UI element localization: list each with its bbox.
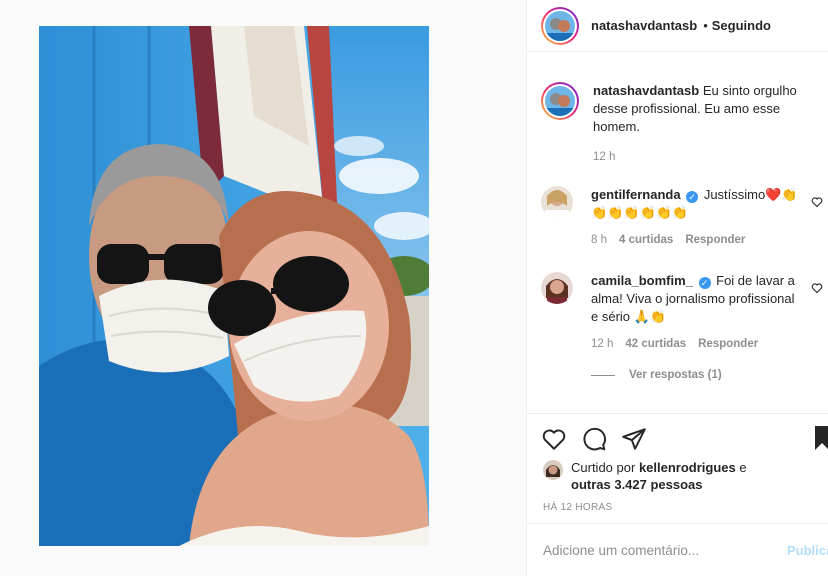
post-header: natashavdantasb • Seguindo <box>527 0 828 52</box>
comment-time[interactable]: 12 h <box>591 335 613 353</box>
comment-bubble-icon[interactable] <box>581 426 607 452</box>
caption-username[interactable]: natashavdantasb <box>593 83 699 98</box>
comment-likes[interactable]: 4 curtidas <box>619 231 673 249</box>
commenter-username[interactable]: gentilfernanda <box>591 187 681 202</box>
post-caption: natashavdantasb Eu sinto orgulho desse p… <box>541 82 821 166</box>
author-avatar[interactable] <box>541 6 579 45</box>
view-replies-button[interactable]: Ver respostas (1) <box>591 369 722 381</box>
verified-badge-icon: ✓ <box>686 191 699 203</box>
comment-likes[interactable]: 42 curtidas <box>625 335 686 353</box>
add-comment-bar: Publicar <box>527 523 828 576</box>
heart-icon[interactable] <box>811 196 823 208</box>
likes-prefix: Curtido por <box>571 460 636 475</box>
commenter-avatar[interactable] <box>541 272 573 304</box>
comment-item: camila_bomfim_ ✓ Foi de lavar a alma! Vi… <box>541 272 828 353</box>
publish-button[interactable]: Publicar <box>787 543 828 558</box>
commenter-avatar[interactable] <box>541 186 573 218</box>
verified-badge-icon: ✓ <box>698 277 711 289</box>
post-sidebar: natashavdantasb • Seguindo natashavdanta… <box>526 0 828 576</box>
reply-button[interactable]: Responder <box>698 335 758 353</box>
view-replies-label: Ver respostas (1) <box>629 369 722 381</box>
caption-time[interactable]: 12 h <box>593 148 813 166</box>
bookmark-icon[interactable] <box>815 426 828 450</box>
liker-username[interactable]: kellenrodrigues <box>639 460 736 475</box>
heart-icon[interactable] <box>811 282 823 294</box>
comment-item: gentilfernanda ✓ Justíssimo❤️👏👏👏👏👏👏👏 8 h… <box>541 186 828 249</box>
comments-list[interactable]: natashavdantasb Eu sinto orgulho desse p… <box>527 52 828 413</box>
liker-avatar[interactable] <box>543 460 563 480</box>
following-button[interactable]: Seguindo <box>712 18 771 33</box>
commenter-username[interactable]: camila_bomfim_ <box>591 273 693 288</box>
replies-divider <box>591 374 615 376</box>
likes-connector: e <box>739 460 747 475</box>
heart-icon[interactable] <box>541 426 567 452</box>
follow-separator: • <box>703 18 708 33</box>
post-actions: Curtido por kellenrodrigues e outras 3.4… <box>527 413 828 523</box>
caption-author-avatar[interactable] <box>541 82 579 120</box>
paper-plane-icon[interactable] <box>621 426 647 452</box>
reply-button[interactable]: Responder <box>685 231 745 249</box>
author-username[interactable]: natashavdantasb <box>591 18 697 33</box>
comment-input[interactable] <box>543 542 773 558</box>
comment-time[interactable]: 8 h <box>591 231 607 249</box>
photo-pane <box>0 0 526 576</box>
post-timestamp[interactable]: HÁ 12 HORAS <box>543 502 612 513</box>
post-photo[interactable] <box>39 26 429 546</box>
likes-summary: Curtido por kellenrodrigues e outras 3.4… <box>543 459 747 493</box>
likes-others-link[interactable]: outras 3.427 pessoas <box>571 477 703 492</box>
